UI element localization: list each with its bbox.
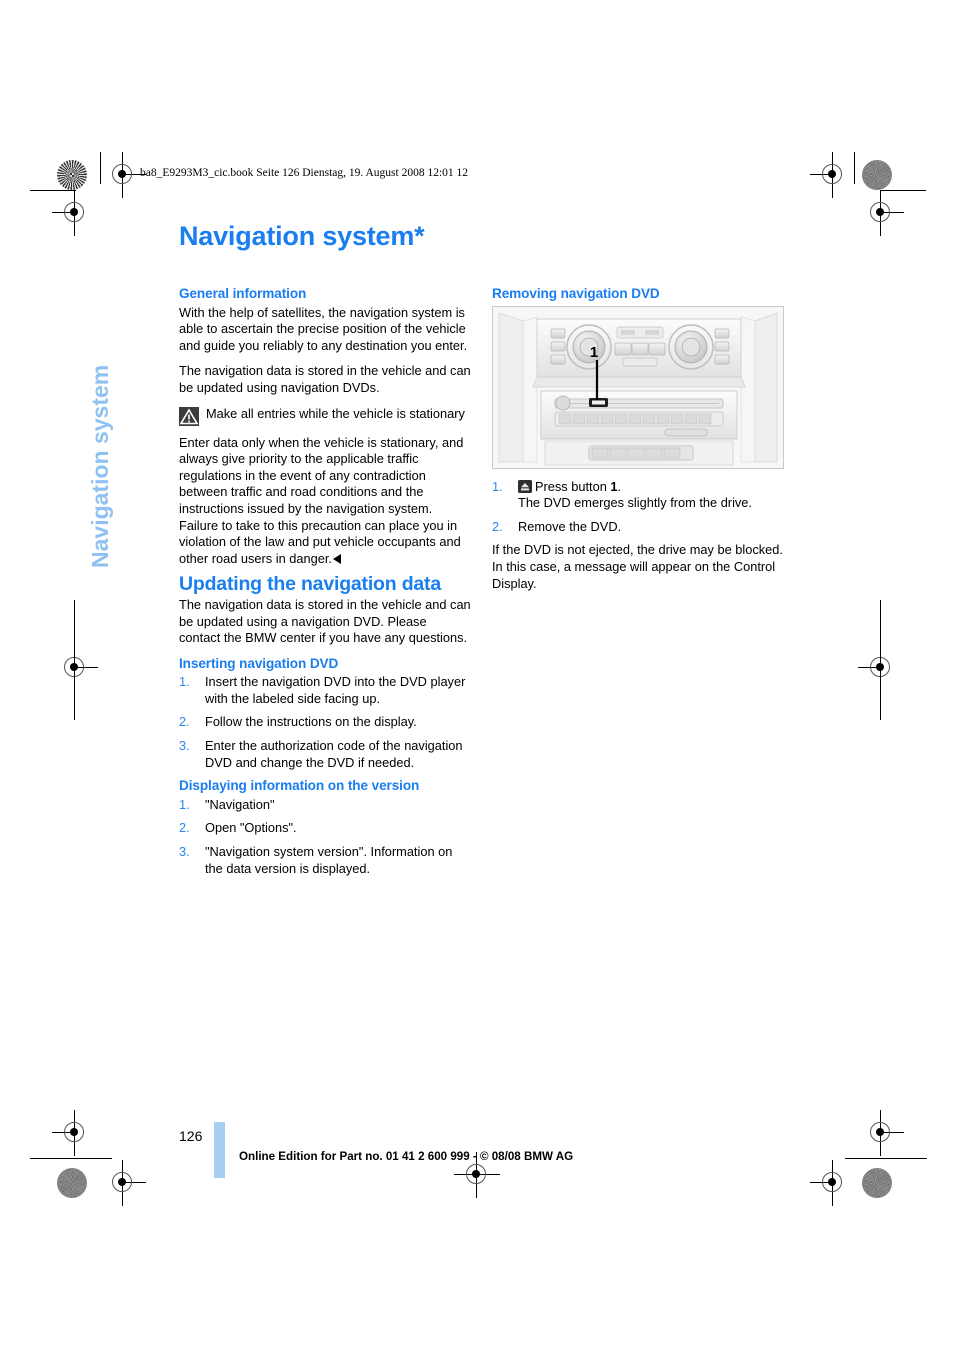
registration-rosette-bottom-right xyxy=(862,1168,892,1198)
step-number: 2. xyxy=(492,518,503,534)
step-number: 1. xyxy=(179,796,190,812)
heading-removing-navigation-dvd: Removing navigation DVD xyxy=(492,286,660,301)
list-item: 2. Open "Options". xyxy=(179,820,471,837)
page-footer: 126 Online Edition for Part no. 01 41 2 … xyxy=(179,1122,839,1178)
step-number: 1. xyxy=(492,478,503,494)
registration-rosette-top-right xyxy=(862,160,892,190)
steps-inserting-dvd: 1. Insert the navigation DVD into the DV… xyxy=(179,674,471,771)
step-number: 3. xyxy=(179,738,190,754)
page-title: Navigation system* xyxy=(179,221,425,251)
list-item: 3. Enter the authorization code of the n… xyxy=(179,738,471,771)
steps-removing-dvd: 1. Press button 1. The DVD emerges sligh… xyxy=(492,479,784,536)
registration-cross-left-lower xyxy=(52,1110,98,1156)
manual-page: Navigation system Navigation system* Gen… xyxy=(87,168,854,1178)
page-number-bar xyxy=(214,1122,225,1178)
warning-triangle-icon xyxy=(179,406,199,426)
step-number: 3. xyxy=(179,844,190,860)
step-number: 1. xyxy=(179,674,190,690)
page-number: 126 xyxy=(179,1128,203,1144)
paragraph-general-3-text: Enter data only when the vehicle is stat… xyxy=(179,434,464,566)
eject-button-icon xyxy=(518,479,532,493)
figure-callout-1: 1 xyxy=(590,344,598,361)
trim-line-left-middle xyxy=(74,600,75,720)
paragraph-general-1: With the help of satellites, the navigat… xyxy=(179,304,468,353)
step-text: "Navigation" xyxy=(205,796,275,812)
list-item: 2. Remove the DVD. xyxy=(492,519,784,536)
registration-cross-right-lower xyxy=(858,1110,904,1156)
heading-inserting-navigation-dvd: Inserting navigation DVD xyxy=(179,655,339,671)
trim-line-left-upper xyxy=(30,190,76,191)
footer-copyright-line: Online Edition for Part no. 01 41 2 600 … xyxy=(239,1150,574,1163)
registration-cross-left-middle xyxy=(52,645,98,691)
step-text-prefix: Press button xyxy=(535,478,611,494)
step-text: Remove the DVD. xyxy=(518,518,622,534)
paragraph-updating-1: The navigation data is stored in the veh… xyxy=(179,596,471,646)
registration-rosette-top-left xyxy=(57,160,87,190)
left-column: General information With the help of sat… xyxy=(179,286,471,884)
list-item: 2. Follow the instructions on the displa… xyxy=(179,714,471,731)
step-text: Insert the navigation DVD into the DVD p… xyxy=(205,674,466,706)
step-text: Follow the instructions on the display. xyxy=(205,714,417,730)
step-text: "Navigation system version". Information… xyxy=(205,844,453,876)
heading-updating-navigation-data: Updating the navigation data xyxy=(179,573,441,596)
list-item: 3. "Navigation system version". Informat… xyxy=(179,844,471,877)
step-number: 2. xyxy=(179,820,190,836)
steps-version-information: 1. "Navigation" 2. Open "Options". 3. "N… xyxy=(179,797,471,877)
trim-line-right-middle xyxy=(880,600,881,720)
warning-note-text: Make all entries while the vehicle is st… xyxy=(206,405,465,421)
paragraph-general-3: Enter data only when the vehicle is stat… xyxy=(179,435,471,568)
warning-note: Make all entries while the vehicle is st… xyxy=(179,406,471,426)
list-item: 1. Insert the navigation DVD into the DV… xyxy=(179,674,471,707)
list-item: 1. "Navigation" xyxy=(179,797,471,814)
registration-rosette-bottom-left xyxy=(57,1168,87,1198)
step-text: Open "Options". xyxy=(205,820,297,836)
end-of-section-marker-icon xyxy=(332,553,341,564)
trim-line-top-right xyxy=(854,152,855,184)
trim-line-right-upper xyxy=(880,190,926,191)
paragraph-general-2: The navigation data is stored in the veh… xyxy=(179,363,471,395)
step-text: Enter the authorization code of the navi… xyxy=(205,738,463,770)
registration-cross-left-upper xyxy=(52,190,98,236)
chapter-side-tab: Navigation system xyxy=(87,228,154,568)
step-text-button-number: 1 xyxy=(610,478,618,494)
step-subtext: The DVD emerges slightly from the drive. xyxy=(518,495,752,511)
registration-cross-right-upper xyxy=(858,190,904,236)
heading-general-information: General information xyxy=(179,286,307,301)
trim-line-right-lower xyxy=(845,1158,927,1159)
list-item: 1. Press button 1. The DVD emerges sligh… xyxy=(492,479,784,512)
center-console-illustration: 1 xyxy=(492,305,784,469)
registration-cross-right-middle xyxy=(858,645,904,691)
step-text-suffix: . xyxy=(617,478,622,494)
right-column: Removing navigation DVD 1 1. Press butto… xyxy=(492,286,784,601)
heading-displaying-version-information: Displaying information on the version xyxy=(179,778,420,794)
step-number: 2. xyxy=(179,714,190,730)
chapter-side-tab-label: Navigation system xyxy=(87,364,113,568)
paragraph-removing-note: If the DVD is not ejected, the drive may… xyxy=(492,542,783,591)
